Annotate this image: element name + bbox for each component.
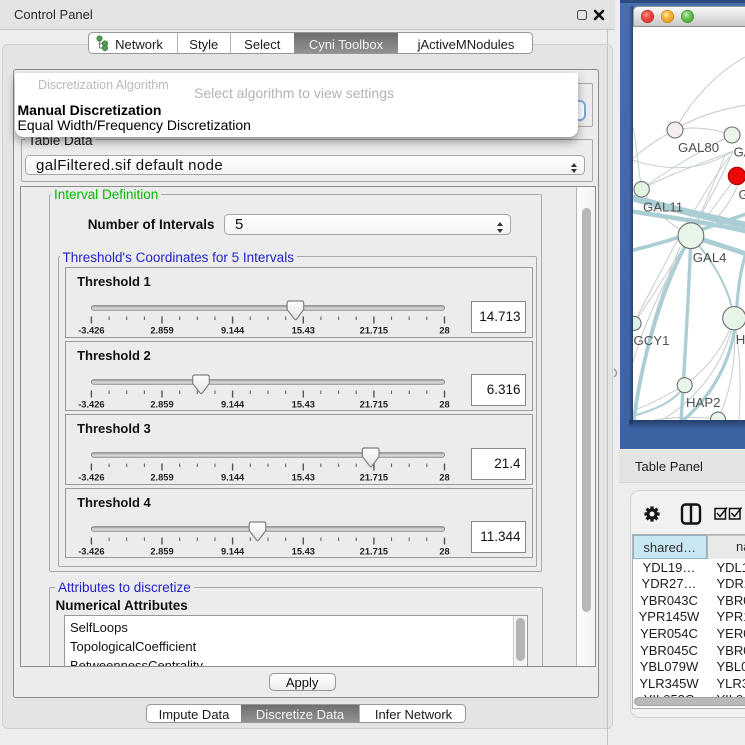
svg-text:2.859: 2.859 bbox=[150, 473, 173, 483]
svg-text:GAL80: GAL80 bbox=[678, 140, 719, 155]
svg-text:15.43: 15.43 bbox=[292, 473, 315, 483]
svg-text:HAP2: HAP2 bbox=[686, 395, 720, 410]
svg-text:9.144: 9.144 bbox=[221, 399, 245, 409]
svg-text:-3.426: -3.426 bbox=[78, 546, 104, 556]
svg-text:9.144: 9.144 bbox=[221, 326, 245, 336]
svg-text:15.43: 15.43 bbox=[292, 326, 315, 336]
svg-text:-3.426: -3.426 bbox=[78, 399, 104, 409]
svg-text:2.859: 2.859 bbox=[150, 546, 173, 556]
svg-text:2.859: 2.859 bbox=[150, 326, 173, 336]
svg-text:GCY1: GCY1 bbox=[634, 333, 670, 348]
svg-text:28: 28 bbox=[439, 399, 449, 409]
svg-text:28: 28 bbox=[439, 473, 449, 483]
svg-text:GAL11: GAL11 bbox=[643, 200, 683, 215]
svg-text:21.715: 21.715 bbox=[360, 546, 388, 556]
svg-text:-3.426: -3.426 bbox=[78, 473, 104, 483]
svg-text:-3.426: -3.426 bbox=[78, 326, 104, 336]
svg-text:2.859: 2.859 bbox=[150, 399, 173, 409]
svg-text:9.144: 9.144 bbox=[221, 546, 245, 556]
svg-text:GAL4: GAL4 bbox=[693, 250, 727, 265]
svg-text:21.715: 21.715 bbox=[360, 326, 388, 336]
svg-text:15.43: 15.43 bbox=[292, 546, 315, 556]
svg-text:9.144: 9.144 bbox=[221, 473, 245, 483]
svg-text:28: 28 bbox=[439, 546, 449, 556]
svg-text:GA: GA bbox=[734, 145, 745, 160]
svg-text:21.715: 21.715 bbox=[360, 399, 388, 409]
svg-text:H: H bbox=[736, 332, 745, 347]
svg-text:15.43: 15.43 bbox=[292, 399, 315, 409]
svg-text:28: 28 bbox=[439, 326, 449, 336]
svg-text:21.715: 21.715 bbox=[360, 473, 388, 483]
svg-text:G: G bbox=[739, 187, 745, 202]
